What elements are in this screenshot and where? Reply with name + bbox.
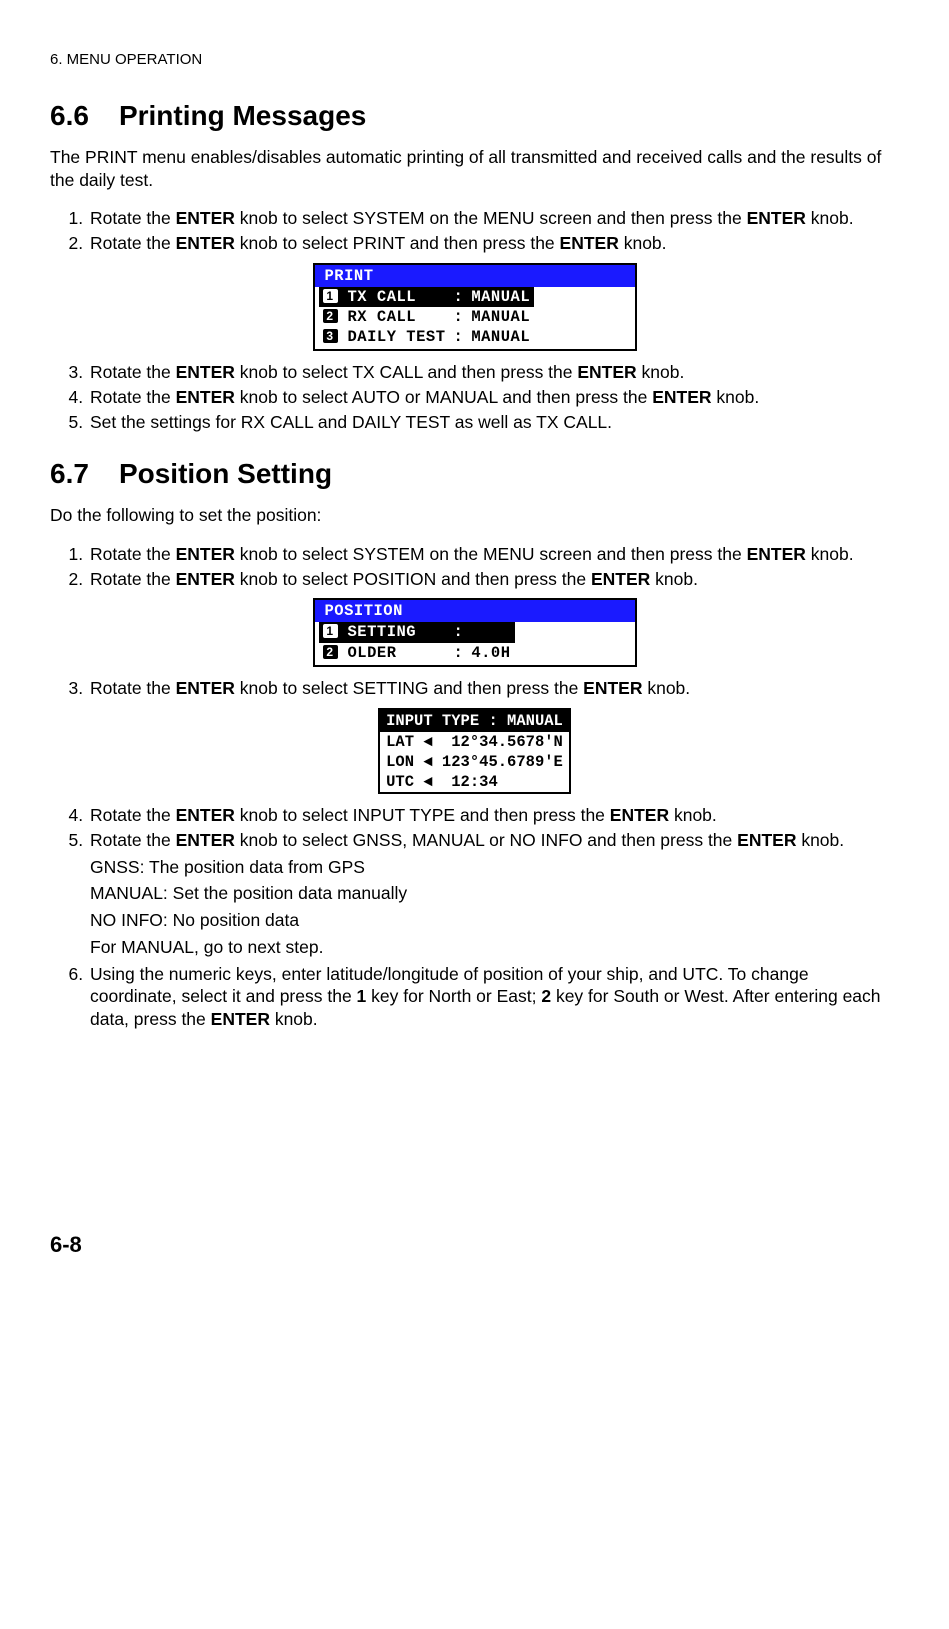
lcd-rows: 1 SETTING : 2 OLDER : 4.0H [319,622,515,662]
sub-item: MANUAL: Set the position data manually [90,882,899,905]
lcd-title: POSITION [315,600,635,622]
position-menu-figure: POSITION 1 SETTING : 2 OLDER : 4.0H [50,598,899,666]
list-item: Rotate the ENTER knob to select INPUT TY… [88,804,899,827]
lcd-input-row: LAT ◄ 12°34.5678'N [380,732,569,752]
list-item: Rotate the ENTER knob to select SYSTEM o… [88,207,899,230]
sub-item: GNSS: The position data from GPS [90,856,899,879]
chapter-header: 6. MENU OPERATION [50,50,899,70]
table-row: 2 RX CALL : MANUAL [319,307,535,327]
list-item: Rotate the ENTER knob to select SETTING … [88,677,899,700]
table-row: 1 TX CALL : MANUAL [319,287,535,307]
section-6-7-list-3: Rotate the ENTER knob to select SETTING … [50,677,899,700]
section-number: 6.7 [50,458,89,489]
list-item: Rotate the ENTER knob to select SYSTEM o… [88,543,899,566]
section-6-7-intro: Do the following to set the position: [50,504,899,527]
sub-item: NO INFO: No position data [90,909,899,932]
section-6-6-heading: 6.6 Printing Messages [50,98,899,134]
print-menu-figure: PRINT 1 TX CALL : MANUAL 2 RX CALL : MAN… [50,263,899,352]
table-row: 3 DAILY TEST : MANUAL [319,327,535,347]
section-6-7-list-4: Rotate the ENTER knob to select INPUT TY… [50,804,899,1031]
lcd-rows: 1 TX CALL : MANUAL 2 RX CALL : MANUAL 3 … [319,287,535,347]
page-number: 6-8 [50,1231,899,1260]
list-item: Using the numeric keys, enter latitude/l… [88,963,899,1031]
section-number: 6.6 [50,100,89,131]
list-item: Rotate the ENTER knob to select POSITION… [88,568,899,591]
section-title: Printing Messages [119,100,366,131]
section-title: Position Setting [119,458,332,489]
section-6-7-list: Rotate the ENTER knob to select SYSTEM o… [50,543,899,591]
section-6-6-intro: The PRINT menu enables/disables automati… [50,146,899,192]
lcd-input-head: INPUT TYPE : MANUAL [380,710,569,732]
list-item: Rotate the ENTER knob to select TX CALL … [88,361,899,384]
list-item: Rotate the ENTER knob to select PRINT an… [88,232,899,255]
lcd-input-row: LON ◄ 123°45.6789'E [380,752,569,772]
list-item: Set the settings for RX CALL and DAILY T… [88,411,899,434]
lcd-input-row: UTC ◄ 12:34 [380,772,569,792]
section-6-6-list: Rotate the ENTER knob to select SYSTEM o… [50,207,899,255]
table-row: 2 OLDER : 4.0H [319,643,515,663]
input-type-figure: INPUT TYPE : MANUAL LAT ◄ 12°34.5678'N L… [50,708,899,795]
sublist: GNSS: The position data from GPS MANUAL:… [50,856,899,959]
section-6-6-list-cont: Rotate the ENTER knob to select TX CALL … [50,361,899,433]
section-6-7-heading: 6.7 Position Setting [50,456,899,492]
table-row: 1 SETTING : [319,622,515,642]
lcd-title: PRINT [315,265,635,287]
list-item: Rotate the ENTER knob to select GNSS, MA… [88,829,899,959]
list-item: Rotate the ENTER knob to select AUTO or … [88,386,899,409]
sub-item: For MANUAL, go to next step. [90,936,899,959]
